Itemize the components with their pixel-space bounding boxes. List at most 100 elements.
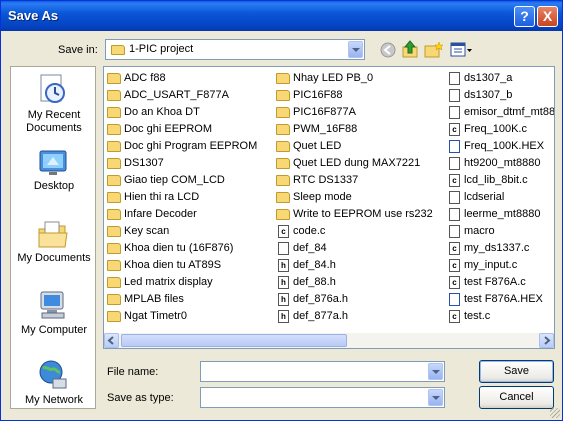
scroll-thumb[interactable] — [121, 334, 347, 347]
chevron-down-icon[interactable] — [428, 389, 443, 406]
item-name: Led matrix display — [124, 276, 213, 288]
folder-icon — [107, 209, 121, 220]
save-as-type-dropdown[interactable] — [200, 387, 445, 408]
item-name: MPLAB files — [124, 293, 184, 305]
save-in-dropdown[interactable]: 1-PIC project — [105, 39, 365, 60]
scroll-left-button[interactable] — [104, 333, 119, 348]
place-desktop[interactable]: Desktop — [11, 145, 97, 195]
place-my-network[interactable]: My Network — [11, 359, 97, 409]
text-file-icon — [278, 242, 289, 255]
places-bar: My Recent Documents Desktop My Documents — [10, 66, 96, 409]
item-name: Sleep mode — [293, 191, 352, 203]
c-source-file-icon: c — [449, 242, 460, 255]
item-name: def_88.h — [293, 276, 336, 288]
item-name: Quet LED dung MAX7221 — [293, 157, 421, 169]
text-file-icon — [449, 208, 460, 221]
item-name: Khoa dien tu AT89S — [124, 259, 222, 271]
c-source-file-icon: c — [449, 259, 460, 272]
save-as-dialog: Save As ? X Save in: 1-PIC project My Re… — [0, 0, 563, 421]
item-name: test F876A.c — [464, 276, 526, 288]
save-as-type-label: Save as type: — [107, 392, 174, 404]
up-one-level-icon[interactable] — [401, 40, 419, 59]
item-name: leerme_mt8880 — [464, 208, 541, 220]
item-name: Doc ghi Program EEPROM — [124, 140, 258, 152]
item-name: Write to EEPROM use rs232 — [293, 208, 433, 220]
folder-icon — [276, 175, 290, 186]
header-file-icon: h — [278, 310, 289, 323]
folder-icon — [107, 141, 121, 152]
folder-icon — [107, 311, 121, 322]
item-name: lcd_lib_8bit.c — [464, 174, 528, 186]
window-title: Save As — [8, 8, 59, 23]
horizontal-scrollbar[interactable] — [104, 333, 554, 348]
place-label: My Network — [24, 394, 84, 406]
item-name: Doc ghi EEPROM — [124, 123, 213, 135]
file-name-label: File name: — [107, 366, 159, 378]
file-list[interactable]: ADC f88 ADC_USART_F877A Do an Khoa DT Doc g… — [103, 66, 555, 349]
chevron-left-icon — [107, 336, 114, 345]
item-name: def_84.h — [293, 259, 336, 271]
text-file-icon — [449, 157, 460, 170]
save-in-label: Save in: — [58, 44, 98, 56]
title-bar[interactable]: Save As ? X — [1, 1, 562, 31]
close-button[interactable]: X — [537, 6, 558, 27]
save-in-value: 1-PIC project — [129, 43, 194, 55]
item-name: Infare Decoder — [124, 208, 197, 220]
c-source-file-icon: c — [278, 225, 289, 238]
item-name: PIC16F877A — [293, 106, 356, 118]
item-name: ds1307_b — [464, 89, 513, 101]
folder-icon — [107, 73, 121, 84]
item-name: test.c — [464, 310, 491, 322]
place-my-computer[interactable]: My Computer — [11, 289, 97, 339]
folder-icon — [107, 277, 121, 288]
folder-icon — [107, 243, 121, 254]
place-my-recent-documents[interactable]: My Recent Documents — [11, 71, 97, 137]
c-source-file-icon: c — [449, 310, 460, 323]
chevron-down-icon[interactable] — [428, 363, 443, 380]
item-name: macro — [464, 225, 495, 237]
place-label: My Computer — [20, 324, 88, 336]
chevron-down-icon[interactable] — [348, 41, 363, 58]
help-button[interactable]: ? — [514, 6, 535, 27]
item-name: emisor_dtmf_mt88 — [464, 106, 555, 118]
desktop-icon — [39, 150, 67, 175]
scroll-right-button[interactable] — [539, 333, 554, 348]
cancel-button[interactable]: Cancel — [479, 386, 554, 409]
resize-grip-icon[interactable] — [550, 408, 560, 418]
file-name-input[interactable] — [203, 364, 423, 379]
views-menu-icon[interactable] — [450, 41, 474, 59]
back-icon[interactable] — [379, 41, 397, 59]
folder-icon — [276, 209, 290, 220]
place-my-documents[interactable]: My Documents — [11, 217, 97, 267]
place-label: Desktop — [33, 180, 75, 192]
item-name: PWM_16F88 — [293, 123, 358, 135]
save-button[interactable]: Save — [479, 360, 554, 383]
item-name: def_877a.h — [293, 310, 349, 322]
new-folder-icon[interactable] — [424, 41, 444, 59]
header-file-icon: h — [278, 259, 289, 272]
item-name: Nhay LED PB_0 — [293, 72, 374, 84]
file-name-combobox[interactable] — [200, 361, 445, 382]
folder-icon — [111, 45, 125, 55]
item-name: PIC16F88 — [293, 89, 343, 101]
hex-file-icon — [449, 293, 460, 306]
place-label: My Recent — [27, 109, 81, 121]
item-name: Freq_100K.HEX — [464, 140, 545, 152]
place-label: Documents — [26, 122, 82, 134]
item-name: Freq_100K.c — [464, 123, 527, 135]
folder-icon — [107, 90, 121, 101]
item-name: Key scan — [124, 225, 170, 237]
header-file-icon: h — [278, 293, 289, 306]
item-name: Khoa dien tu (16F876) — [124, 242, 234, 254]
text-file-icon — [449, 89, 460, 102]
hex-file-icon — [449, 140, 460, 153]
item-name: ADC_USART_F877A — [124, 89, 229, 101]
text-file-icon — [449, 72, 460, 85]
item-name: DS1307 — [124, 157, 164, 169]
text-file-icon — [449, 191, 460, 204]
folder-icon — [276, 107, 290, 118]
folder-icon — [107, 226, 121, 237]
my-computer-icon — [40, 291, 65, 319]
place-label: My Documents — [17, 252, 91, 264]
folder-icon — [276, 124, 290, 135]
